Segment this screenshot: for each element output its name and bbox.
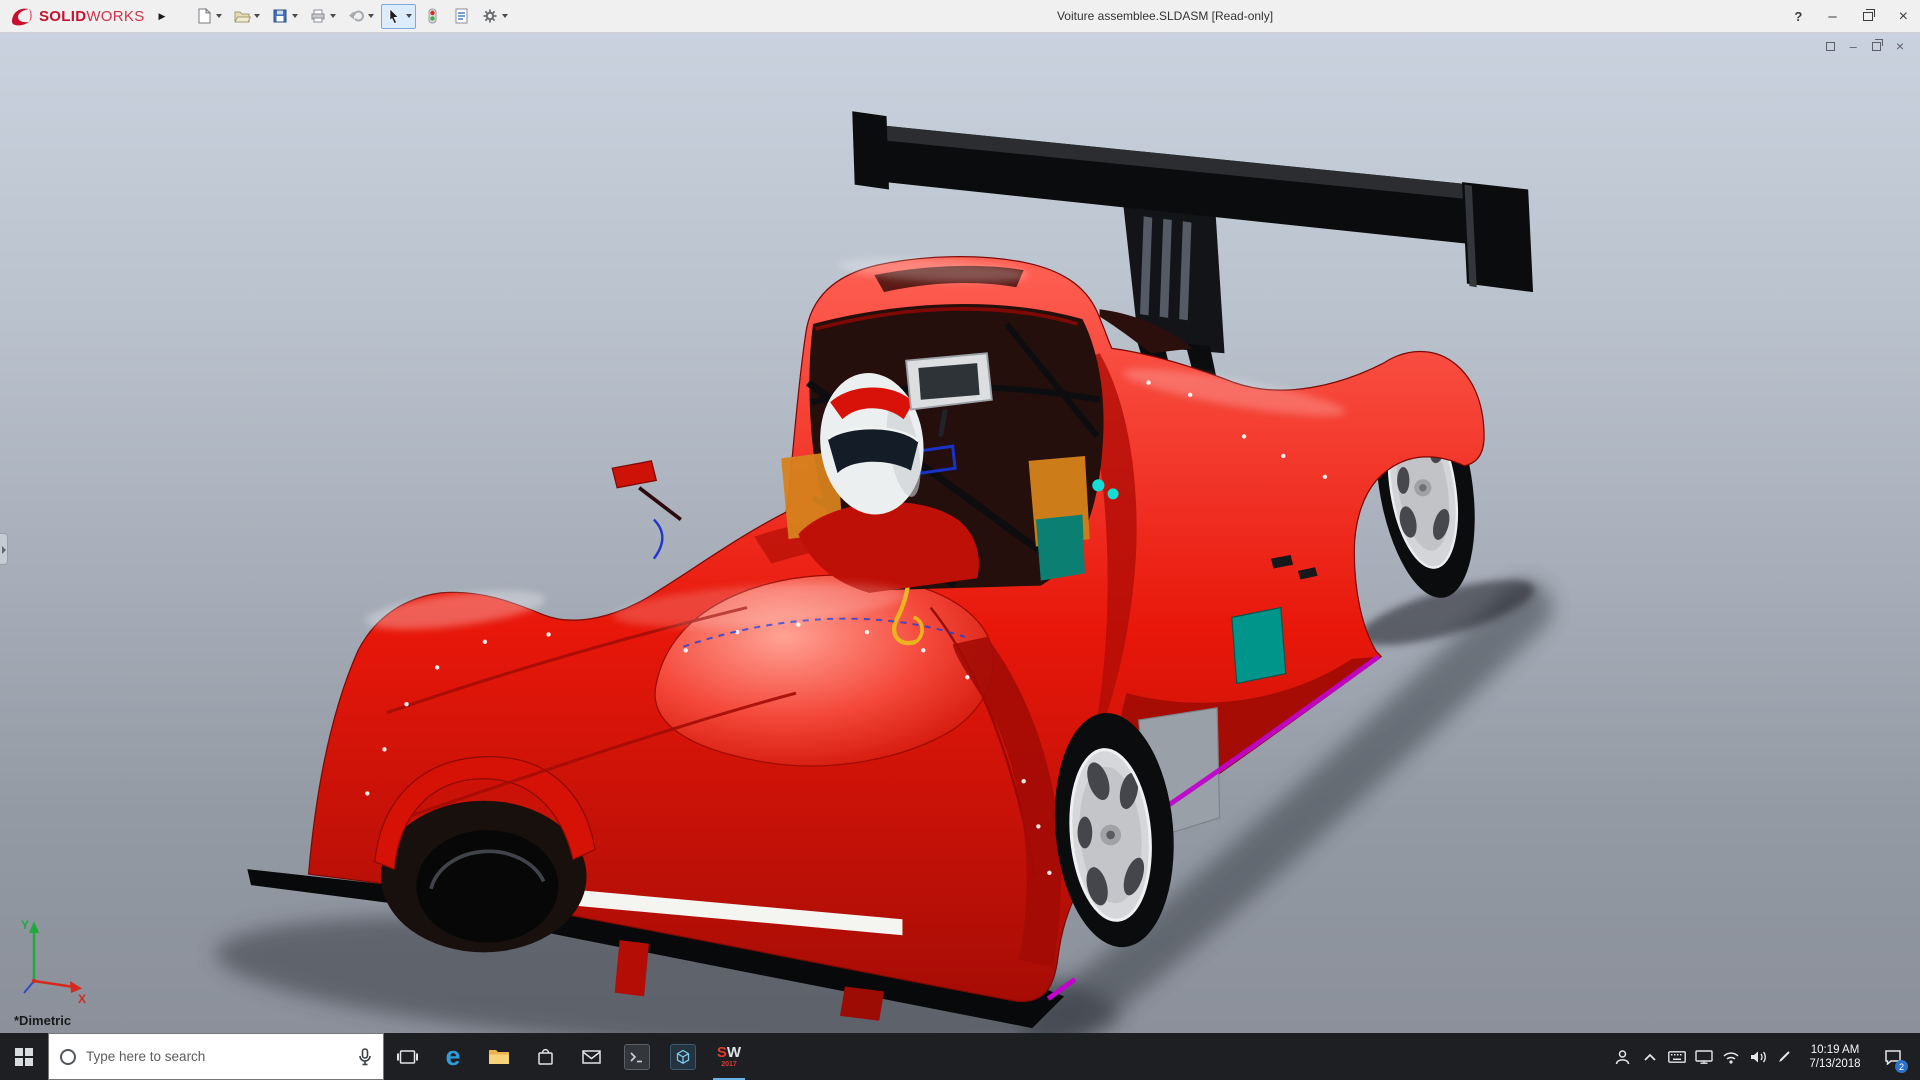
ds-logo-icon <box>10 5 34 27</box>
print-button[interactable] <box>305 4 340 29</box>
taskbar-search[interactable] <box>48 1033 384 1080</box>
store-icon <box>537 1047 554 1066</box>
close-button[interactable]: × <box>1899 8 1908 26</box>
clock[interactable]: 10:19 AM 7/13/2018 <box>1798 1043 1872 1071</box>
windows-logo-icon <box>15 1048 33 1066</box>
solidworks-2017-icon: SW 2017 <box>717 1045 741 1068</box>
pen-button[interactable] <box>1771 1033 1798 1080</box>
rebuild-icon <box>423 7 441 25</box>
chevron-up-icon <box>1643 1052 1657 1062</box>
document-window-controls: – × <box>1826 38 1904 54</box>
minimize-button[interactable]: – <box>1828 8 1836 25</box>
teal-side-panel <box>1232 608 1286 684</box>
y-axis-label: Y <box>21 918 29 932</box>
view-orientation-label: *Dimetric <box>14 1013 71 1028</box>
terminal-app-button[interactable] <box>614 1033 660 1080</box>
network-icon <box>1695 1050 1713 1064</box>
touch-keyboard-button[interactable] <box>1663 1033 1690 1080</box>
dropdown-caret[interactable] <box>406 14 412 18</box>
task-view-button[interactable] <box>384 1033 430 1080</box>
print-icon <box>309 7 327 25</box>
mail-icon <box>582 1050 601 1064</box>
store-button[interactable] <box>522 1033 568 1080</box>
save-icon <box>271 7 289 25</box>
car-body[interactable] <box>309 257 1485 1002</box>
edge-icon: e <box>445 1043 460 1070</box>
titlebar: SOLIDWORKS ▶ <box>0 0 1920 33</box>
taskbar: e <box>0 1033 1920 1080</box>
wifi-icon <box>1722 1050 1740 1064</box>
new-document-icon <box>195 7 213 25</box>
x-axis-label: X <box>78 992 86 1005</box>
wifi-button[interactable] <box>1717 1033 1744 1080</box>
volume-button[interactable] <box>1744 1033 1771 1080</box>
edrawings-button[interactable] <box>660 1033 706 1080</box>
file-properties-icon <box>452 7 470 25</box>
mail-button[interactable] <box>568 1033 614 1080</box>
file-explorer-button[interactable] <box>476 1033 522 1080</box>
side-mirror[interactable] <box>612 461 681 559</box>
options-gear-icon <box>481 7 499 25</box>
start-button[interactable] <box>0 1033 48 1080</box>
featuremanager-flyout-handle[interactable] <box>0 533 8 565</box>
minimize-doc-icon[interactable]: – <box>1850 39 1857 54</box>
terminal-icon <box>624 1044 650 1070</box>
tray-date: 7/13/2018 <box>1809 1057 1860 1071</box>
maximize-doc-icon[interactable] <box>1872 42 1881 51</box>
people-button[interactable] <box>1609 1033 1636 1080</box>
front-left-wheel[interactable] <box>416 830 558 942</box>
dropdown-caret[interactable] <box>368 14 374 18</box>
microphone-icon[interactable] <box>358 1048 372 1066</box>
select-button[interactable] <box>381 4 416 29</box>
brand-text: SOLIDWORKS <box>39 8 145 25</box>
close-doc-icon[interactable]: × <box>1896 38 1904 54</box>
people-icon <box>1614 1049 1631 1065</box>
solidworks-logo: SOLIDWORKS <box>0 5 145 27</box>
window-controls: ? – × <box>1794 0 1908 33</box>
edge-button[interactable]: e <box>430 1033 476 1080</box>
dropdown-caret[interactable] <box>502 14 508 18</box>
pen-icon <box>1777 1049 1792 1064</box>
restore-button[interactable] <box>1863 12 1873 21</box>
select-cursor-icon <box>385 7 403 25</box>
dropdown-caret[interactable] <box>292 14 298 18</box>
file-properties-button[interactable] <box>448 4 474 29</box>
tray-time: 10:19 AM <box>1811 1043 1860 1057</box>
reference-triad: Y X <box>16 913 94 1005</box>
notification-badge: 2 <box>1895 1060 1908 1073</box>
taskbar-apps: e <box>384 1033 752 1080</box>
search-input[interactable] <box>86 1049 348 1064</box>
action-center-button[interactable]: 2 <box>1872 1033 1914 1080</box>
undo-icon <box>347 7 365 25</box>
open-icon <box>233 7 251 25</box>
dropdown-caret[interactable] <box>216 14 222 18</box>
task-view-icon <box>397 1049 418 1065</box>
edrawings-cube-icon <box>670 1044 696 1070</box>
options-button[interactable] <box>477 4 512 29</box>
network-button[interactable] <box>1690 1033 1717 1080</box>
toolbar-flyout-arrow[interactable]: ▶ <box>159 11 166 22</box>
restore-doc-icon[interactable] <box>1826 42 1835 51</box>
dropdown-caret[interactable] <box>254 14 260 18</box>
new-document-button[interactable] <box>191 4 226 29</box>
touch-keyboard-icon <box>1668 1051 1686 1063</box>
undo-button[interactable] <box>343 4 378 29</box>
volume-icon <box>1749 1050 1767 1064</box>
teal-cockpit-panel <box>1036 515 1085 581</box>
open-button[interactable] <box>229 4 264 29</box>
solidworks-2017-button[interactable]: SW 2017 <box>706 1033 752 1080</box>
cortana-icon <box>60 1049 76 1065</box>
quick-access-toolbar <box>191 4 512 29</box>
help-button[interactable]: ? <box>1794 9 1802 24</box>
dropdown-caret[interactable] <box>330 14 336 18</box>
graphics-area[interactable]: – × Y X *Dimetric <box>0 33 1920 1033</box>
model-3d-view[interactable] <box>0 33 1920 1033</box>
hidden-icons-button[interactable] <box>1636 1033 1663 1080</box>
file-explorer-icon <box>488 1048 510 1065</box>
save-button[interactable] <box>267 4 302 29</box>
screen: SOLIDWORKS ▶ <box>0 0 1920 1080</box>
window-title: Voiture assemblee.SLDASM [Read-only] <box>1057 9 1273 23</box>
system-tray: 10:19 AM 7/13/2018 2 <box>1609 1033 1920 1080</box>
rebuild-button[interactable] <box>419 4 445 29</box>
